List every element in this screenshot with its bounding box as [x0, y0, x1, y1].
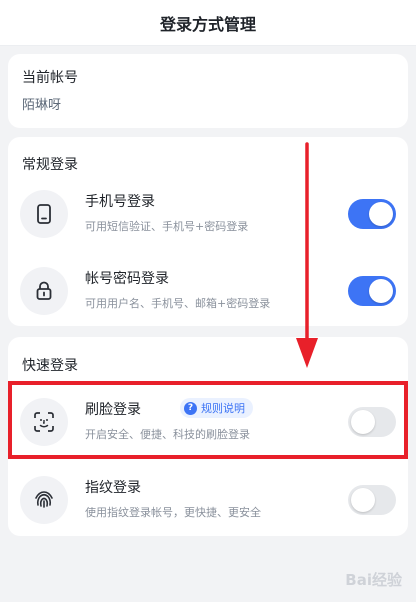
quick-login-title: 快速登录 [22, 358, 78, 374]
down-arrow-icon [296, 142, 318, 368]
fingerprint-login-title: 指纹登录 [85, 480, 141, 496]
toggle-knob [369, 279, 393, 303]
toggle-knob [351, 488, 375, 512]
highlight-box [8, 381, 408, 459]
phone-login-subtitle: 可用短信验证、手机号+密码登录 [85, 220, 249, 233]
page-title: 登录方式管理 [159, 14, 256, 34]
phone-login-row[interactable]: 手机号登录 可用短信验证、手机号+密码登录 [8, 179, 408, 249]
normal-login-title: 常规登录 [22, 157, 78, 173]
phone-icon [20, 190, 68, 238]
current-account-card: 当前帐号 陌琳呀 [8, 54, 408, 128]
watermark: Bai经验 [345, 571, 402, 589]
phone-login-toggle[interactable] [348, 199, 396, 229]
fingerprint-login-subtitle: 使用指纹登录帐号，更快捷、更安全 [85, 506, 261, 519]
password-login-title: 帐号密码登录 [85, 271, 169, 287]
password-login-subtitle: 可用用户名、手机号、邮箱+密码登录 [85, 297, 271, 310]
password-login-row[interactable]: 帐号密码登录 可用用户名、手机号、邮箱+密码登录 [8, 256, 408, 326]
current-account-label: 当前帐号 [22, 70, 78, 86]
normal-login-card: 常规登录 手机号登录 可用短信验证、手机号+密码登录 帐号密码登录 可用用户名、… [8, 137, 408, 326]
phone-login-title: 手机号登录 [85, 194, 155, 210]
fingerprint-login-row[interactable]: 指纹登录 使用指纹登录帐号，更快捷、更安全 [8, 465, 408, 535]
fingerprint-icon [20, 476, 68, 524]
fingerprint-login-toggle[interactable] [348, 485, 396, 515]
password-login-toggle[interactable] [348, 276, 396, 306]
account-name: 陌琳呀 [22, 98, 62, 113]
toggle-knob [369, 202, 393, 226]
nav-bar: 登录方式管理 [0, 0, 416, 46]
lock-icon [20, 267, 68, 315]
